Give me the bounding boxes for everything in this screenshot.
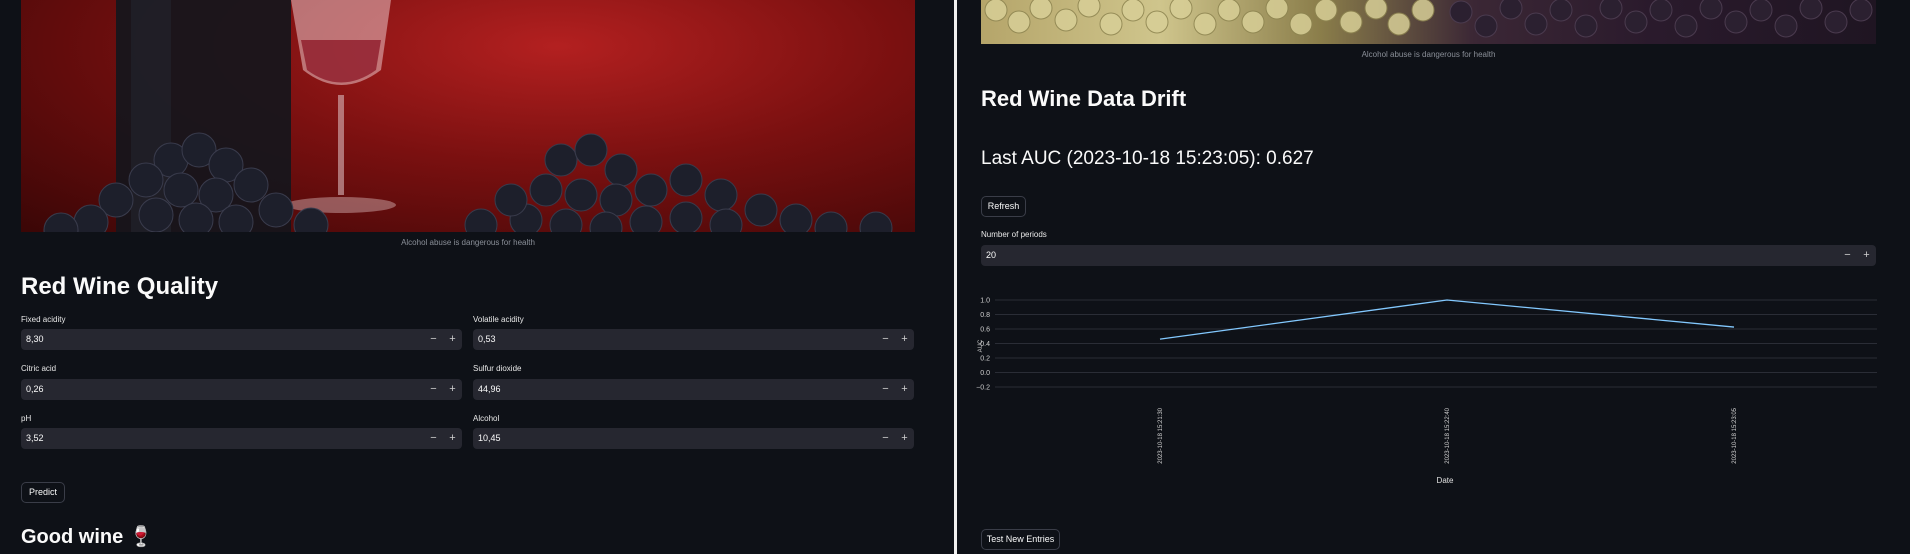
chart-grid bbox=[995, 299, 1877, 388]
page-title: Red Wine Data Drift bbox=[981, 86, 1187, 111]
grapes-banner-image bbox=[981, 0, 1876, 44]
hero-caption: Alcohol abuse is dangerous for health bbox=[401, 238, 535, 247]
alcohol-value[interactable]: 10,45 bbox=[478, 433, 501, 443]
volatile-acidity-value[interactable]: 0,53 bbox=[478, 334, 496, 344]
x-axis-label: Date bbox=[1437, 476, 1454, 485]
fixed-acidity-label: Fixed acidity bbox=[21, 315, 66, 324]
y-tick-label: 0.0 bbox=[980, 370, 990, 377]
x-tick-label: 2023-10-18 15:21:30 bbox=[1158, 407, 1164, 463]
sulfur-dioxide-decrement-button[interactable]: − bbox=[876, 379, 895, 400]
alcohol-increment-button[interactable]: + bbox=[895, 428, 914, 449]
grapes-illustration bbox=[984, 0, 1873, 38]
page-title: Red Wine Quality bbox=[21, 273, 219, 300]
test-new-entries-button[interactable]: Test New Entries bbox=[981, 529, 1060, 550]
citric-acid-value[interactable]: 0,26 bbox=[26, 384, 44, 394]
y-tick-label: −0.2 bbox=[976, 385, 990, 392]
alcohol-decrement-button[interactable]: − bbox=[876, 428, 895, 449]
hero-illustration bbox=[43, 0, 893, 232]
alcohol-label: Alcohol bbox=[473, 414, 500, 423]
volatile-acidity-decrement-button[interactable]: − bbox=[876, 329, 895, 350]
y-axis-label: AUC bbox=[978, 339, 984, 352]
hero-caption: Alcohol abuse is dangerous for health bbox=[1361, 50, 1496, 59]
fixed-acidity-decrement-button[interactable]: − bbox=[424, 329, 443, 350]
x-tick-labels: 2023-10-18 15:21:30 2023-10-18 15:22:40 20… bbox=[1158, 407, 1738, 463]
number-of-periods-value[interactable]: 20 bbox=[986, 250, 996, 260]
y-tick-label: 0.2 bbox=[980, 356, 990, 363]
wine-quality-pane: Alcohol abuse is dangerous for health Re… bbox=[0, 0, 954, 554]
sulfur-dioxide-label: Sulfur dioxide bbox=[473, 364, 522, 373]
citric-acid-decrement-button[interactable]: − bbox=[424, 379, 443, 400]
alcohol-input[interactable]: 10,45 − + bbox=[473, 428, 914, 449]
number-of-periods-input[interactable]: 20 − + bbox=[981, 245, 1876, 266]
sulfur-dioxide-value[interactable]: 44,96 bbox=[478, 384, 501, 394]
refresh-button[interactable]: Refresh bbox=[981, 196, 1026, 217]
x-tick-label: 2023-10-18 15:23:05 bbox=[1732, 407, 1738, 463]
y-tick-label: 0.8 bbox=[980, 312, 990, 319]
periods-increment-button[interactable]: + bbox=[1857, 245, 1876, 266]
data-drift-pane: Alcohol abuse is dangerous for health Re… bbox=[957, 0, 1910, 554]
ph-input[interactable]: 3,52 − + bbox=[21, 428, 462, 449]
ph-increment-button[interactable]: + bbox=[443, 428, 462, 449]
predict-button[interactable]: Predict bbox=[21, 482, 65, 503]
wine-glass-grapes-image bbox=[21, 0, 915, 232]
citric-acid-increment-button[interactable]: + bbox=[443, 379, 462, 400]
sulfur-dioxide-increment-button[interactable]: + bbox=[895, 379, 914, 400]
auc-line-chart: 1.00.80.60.40.20.0−0.2 2023-10-18 15:21:… bbox=[976, 298, 1877, 485]
citric-acid-input[interactable]: 0,26 − + bbox=[21, 379, 462, 400]
fixed-acidity-increment-button[interactable]: + bbox=[443, 329, 462, 350]
prediction-result: Good wine 🍷 bbox=[21, 526, 154, 548]
ph-label: pH bbox=[21, 414, 32, 423]
volatile-acidity-label: Volatile acidity bbox=[473, 315, 524, 324]
periods-decrement-button[interactable]: − bbox=[1838, 245, 1857, 266]
y-tick-label: 1.0 bbox=[980, 298, 990, 305]
last-auc-heading: Last AUC (2023-10-18 15:23:05): 0.627 bbox=[981, 148, 1314, 169]
citric-acid-label: Citric acid bbox=[21, 364, 57, 373]
fixed-acidity-value[interactable]: 8,30 bbox=[26, 334, 44, 344]
sulfur-dioxide-input[interactable]: 44,96 − + bbox=[473, 379, 914, 400]
y-tick-label: 0.6 bbox=[980, 327, 990, 334]
number-of-periods-label: Number of periods bbox=[981, 230, 1047, 239]
fixed-acidity-input[interactable]: 8,30 − + bbox=[21, 329, 462, 350]
ph-decrement-button[interactable]: − bbox=[424, 428, 443, 449]
auc-series-line bbox=[1159, 299, 1735, 340]
x-tick-label: 2023-10-18 15:22:40 bbox=[1445, 407, 1451, 463]
volatile-acidity-input[interactable]: 0,53 − + bbox=[473, 329, 914, 350]
volatile-acidity-increment-button[interactable]: + bbox=[895, 329, 914, 350]
ph-value[interactable]: 3,52 bbox=[26, 433, 44, 443]
